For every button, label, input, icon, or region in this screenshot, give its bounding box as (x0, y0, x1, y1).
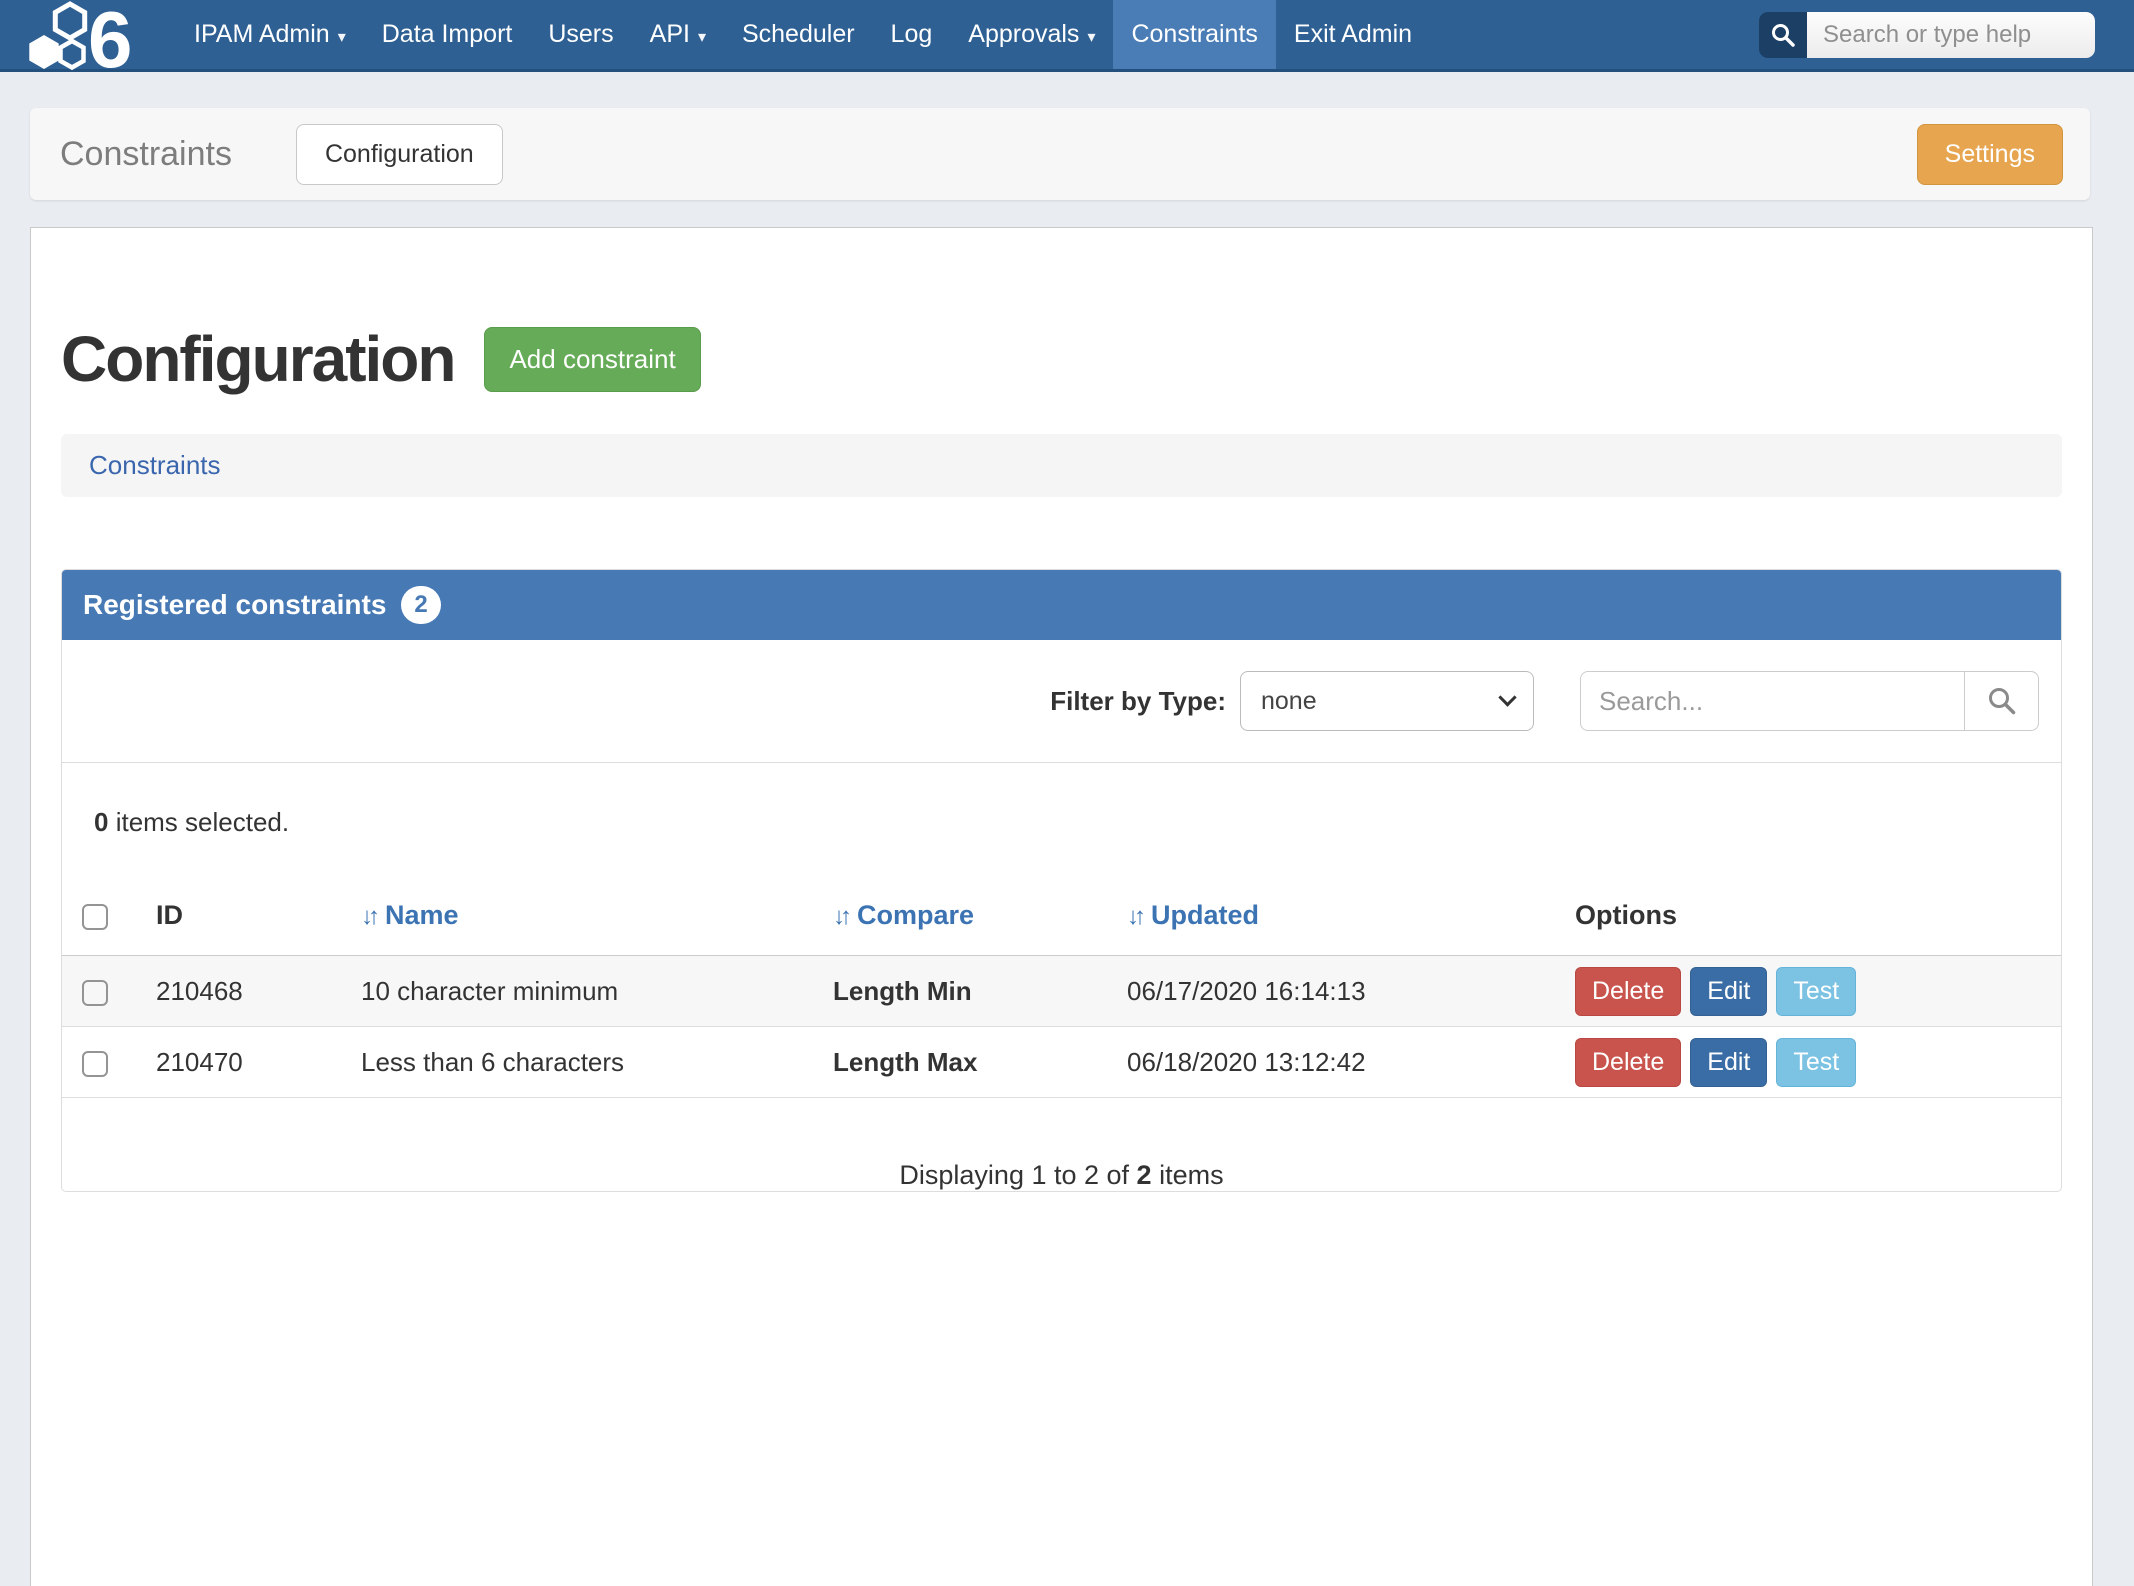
panel-title: Registered constraints (83, 589, 386, 621)
page-title: Configuration (61, 324, 454, 394)
column-header-updated[interactable]: ↓↑Updated (1127, 886, 1575, 956)
column-header-name[interactable]: ↓↑Name (361, 886, 833, 956)
test-button[interactable]: Test (1776, 967, 1856, 1016)
column-header-id: ID (156, 886, 361, 956)
search-icon (1987, 686, 2017, 716)
heading-row: Configuration Add constraint (61, 324, 2062, 394)
caret-down-icon: ▾ (1087, 27, 1095, 47)
selected-summary: 0 items selected. (94, 807, 2061, 838)
cell-updated: 06/18/2020 13:12:42 (1127, 1027, 1575, 1098)
caret-down-icon: ▾ (338, 27, 346, 47)
column-header-compare[interactable]: ↓↑Compare (833, 886, 1127, 956)
navbar-search (1759, 12, 2095, 58)
nav-item-users[interactable]: Users (530, 0, 631, 69)
pagination-summary: Displaying 1 to 2 of 2 items (62, 1160, 2061, 1191)
delete-button[interactable]: Delete (1575, 967, 1681, 1016)
filter-row: Filter by Type: none (62, 640, 2061, 763)
logo-six: 6 (88, 0, 133, 71)
subheader: Constraints Configuration Settings (30, 108, 2090, 200)
breadcrumb: Constraints (61, 434, 2062, 497)
nav-item-scheduler[interactable]: Scheduler (724, 0, 873, 69)
type-filter: none (1240, 671, 1534, 731)
row-checkbox[interactable] (82, 980, 108, 1006)
edit-button[interactable]: Edit (1690, 1038, 1767, 1087)
row-checkbox[interactable] (82, 1051, 108, 1077)
panel-header: Registered constraints 2 (62, 570, 2061, 640)
table-row: 210470 Less than 6 characters Length Max… (62, 1027, 2061, 1098)
cell-name: Less than 6 characters (361, 1027, 833, 1098)
filter-by-type-label: Filter by Type: (1050, 686, 1226, 717)
hexagons-logo-icon: 6 (28, 0, 146, 71)
app-logo: 6 (28, 0, 146, 69)
cell-updated: 06/17/2020 16:14:13 (1127, 956, 1575, 1027)
selected-text: items selected. (108, 807, 289, 837)
select-all-checkbox[interactable] (82, 904, 108, 930)
nav-item-ipam-admin[interactable]: IPAM Admin ▾ (176, 0, 364, 69)
main-card: Configuration Add constraint Constraints… (30, 227, 2093, 1586)
tab-configuration[interactable]: Configuration (296, 124, 503, 185)
delete-button[interactable]: Delete (1575, 1038, 1681, 1087)
breadcrumb-link-constraints[interactable]: Constraints (89, 450, 221, 480)
cell-id: 210468 (156, 956, 361, 1027)
selected-count: 0 (94, 807, 108, 837)
type-filter-select[interactable]: none (1240, 671, 1534, 731)
nav-menu: IPAM Admin ▾ Data Import Users API ▾ Sch… (176, 0, 1430, 69)
constraints-table: ID ↓↑Name ↓↑Compare ↓↑Updated Options 21… (62, 886, 2061, 1098)
cell-compare: Length Max (833, 1027, 1127, 1098)
settings-button[interactable]: Settings (1917, 124, 2063, 185)
nav-item-exit-admin[interactable]: Exit Admin (1276, 0, 1430, 69)
table-row: 210468 10 character minimum Length Min 0… (62, 956, 2061, 1027)
count-badge: 2 (401, 586, 440, 624)
cell-compare: Length Min (833, 956, 1127, 1027)
sort-icon: ↓↑ (1127, 903, 1141, 930)
nav-item-api[interactable]: API ▾ (632, 0, 724, 69)
caret-down-icon: ▾ (698, 27, 706, 47)
nav-item-data-import[interactable]: Data Import (364, 0, 531, 69)
registered-constraints-panel: Registered constraints 2 Filter by Type:… (61, 569, 2062, 1192)
row-actions: Delete Edit Test (1575, 1038, 2061, 1087)
table-search-button[interactable] (1965, 671, 2039, 731)
test-button[interactable]: Test (1776, 1038, 1856, 1087)
cell-id: 210470 (156, 1027, 361, 1098)
search-icon (1759, 12, 1807, 58)
nav-item-approvals[interactable]: Approvals ▾ (950, 0, 1113, 69)
edit-button[interactable]: Edit (1690, 967, 1767, 1016)
section-title: Constraints (60, 135, 232, 174)
navbar: 6 IPAM Admin ▾ Data Import Users API ▾ S… (0, 0, 2134, 72)
sort-icon: ↓↑ (833, 903, 847, 930)
add-constraint-button[interactable]: Add constraint (484, 327, 700, 392)
row-actions: Delete Edit Test (1575, 967, 2061, 1016)
table-header-row: ID ↓↑Name ↓↑Compare ↓↑Updated Options (62, 886, 2061, 956)
cell-name: 10 character minimum (361, 956, 833, 1027)
nav-item-log[interactable]: Log (873, 0, 951, 69)
column-header-options: Options (1575, 886, 2061, 956)
table-search-input[interactable] (1580, 671, 1965, 731)
sort-icon: ↓↑ (361, 903, 375, 930)
navbar-search-input[interactable] (1807, 12, 2095, 58)
nav-item-constraints[interactable]: Constraints (1113, 0, 1275, 69)
